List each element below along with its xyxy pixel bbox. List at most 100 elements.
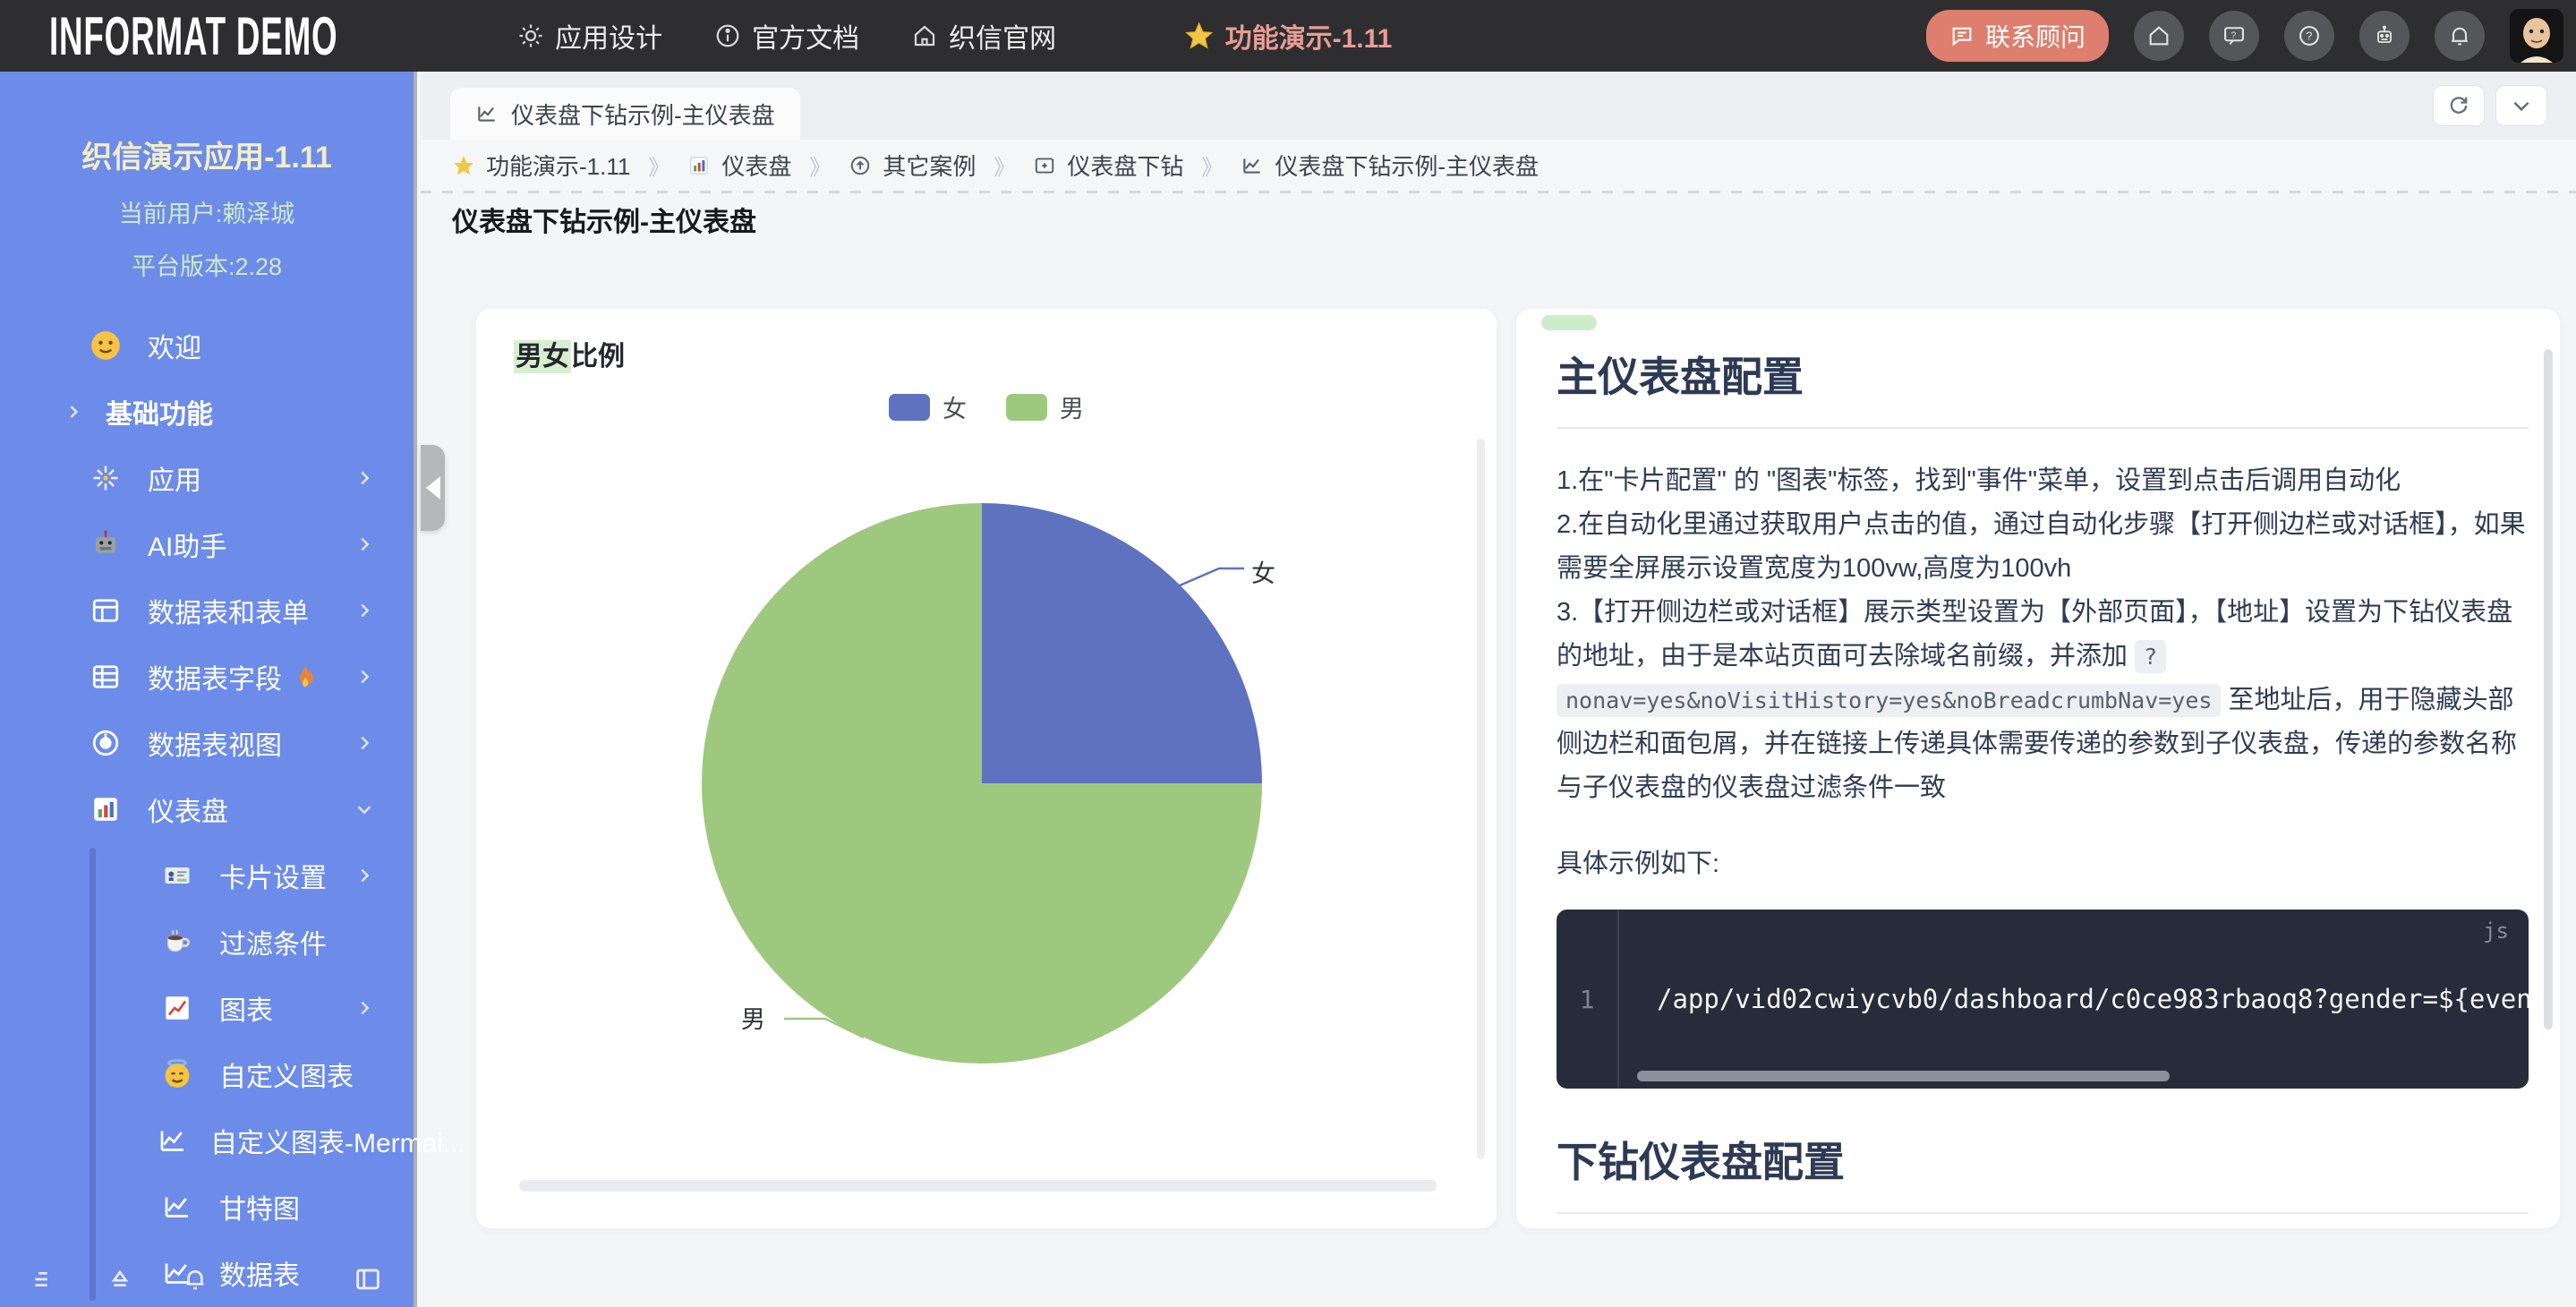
legend-item-female[interactable]: 女	[889, 389, 967, 424]
eject-icon[interactable]	[106, 1265, 134, 1294]
coffee-icon	[157, 926, 198, 958]
collapse-sidebar-icon[interactable]	[353, 1264, 383, 1294]
breadcrumb-item-other-cases[interactable]: 其它案例	[849, 149, 976, 182]
breadcrumb: 功能演示-1.11 》 仪表盘 》 其它案例 》 仪表盘下	[421, 140, 2576, 191]
sidebar-item-table-fields[interactable]: 数据表字段	[0, 644, 414, 710]
bell-icon[interactable]	[181, 1265, 209, 1294]
nav-docs[interactable]: 官方文档	[714, 16, 859, 56]
info-icon	[714, 22, 741, 49]
view-icon	[85, 727, 126, 759]
sidebar-item-label: AI助手	[148, 525, 226, 564]
sidebar-item-ai-assistant[interactable]: AI助手	[0, 511, 414, 577]
fireworks-icon	[85, 462, 126, 494]
sidebar-item-filters[interactable]: 过滤条件	[0, 909, 414, 975]
smiley-icon	[85, 329, 126, 363]
breadcrumb-item-dashboard-drill[interactable]: 仪表盘下钻	[1033, 149, 1183, 182]
chart-title-rest: 比例	[571, 342, 625, 372]
triangle-left-icon	[426, 476, 440, 500]
sidebar-collapse-handle[interactable]	[421, 445, 445, 531]
code-language-badge: js	[2483, 918, 2509, 944]
sidebar-item-card-settings[interactable]: 卡片设置	[0, 842, 414, 909]
question-circle-icon: ?	[2297, 23, 2322, 48]
menu-lines-icon[interactable]	[30, 1265, 59, 1294]
doc-card: 主仪表盘配置 1.在"卡片配置" 的 "图表"标签，找到"事件"菜单，设置到点击…	[1516, 309, 2560, 1228]
breadcrumb-separator: 》	[994, 149, 1015, 181]
home-button[interactable]	[2134, 11, 2184, 61]
nav-app-design[interactable]: 应用设计	[517, 16, 662, 56]
trend-icon	[157, 1124, 189, 1157]
sidebar-item-apps[interactable]: 应用	[0, 445, 414, 511]
legend-swatch-female	[889, 394, 930, 421]
home-icon	[911, 22, 938, 49]
star-icon	[452, 154, 475, 177]
trend-icon	[157, 1191, 198, 1223]
home-icon	[2146, 23, 2171, 48]
sidebar-item-label: 数据表字段	[148, 657, 282, 696]
sidebar-item-custom-charts[interactable]: 自定义图表	[0, 1041, 414, 1107]
breadcrumb-label: 仪表盘下钻	[1067, 149, 1183, 182]
nav-official-site[interactable]: 织信官网	[911, 16, 1056, 56]
sidebar-item-charts[interactable]: 图表	[0, 975, 414, 1041]
sidebar-item-label: 数据表和表单	[148, 591, 309, 630]
sidebar-item-custom-charts-mermaid[interactable]: 自定义图表-Mermai...	[0, 1107, 414, 1174]
app-screen: INFORMAT DEMO 应用设计 官方文档	[0, 0, 2576, 1307]
grid-icon	[85, 661, 126, 693]
user-avatar[interactable]	[2510, 9, 2563, 63]
doc-paragraph-3: 3.【打开侧边栏或对话框】展示类型设置为【外部页面】，【地址】设置为下钻仪表盘的…	[1557, 591, 2529, 810]
help-button[interactable]: ?	[2284, 11, 2334, 61]
breadcrumb-item-dashboard[interactable]: 仪表盘	[687, 149, 791, 182]
chart-title: 男女比例	[514, 334, 625, 373]
gender-pie-chart[interactable]	[702, 503, 1262, 1064]
dashboard-submenu: 卡片设置 过滤条件	[0, 842, 414, 1306]
code-block[interactable]: 1 /app/vid02cwiycvb0/dashboard/c0ce983rb…	[1557, 910, 2529, 1089]
dashboard-board: 男女比例 女 男 女 男	[421, 244, 2576, 1307]
chevron-right-icon	[64, 403, 82, 421]
card-icon	[157, 859, 198, 892]
app-badge[interactable]: 功能演示-1.11	[1184, 16, 1393, 56]
refresh-button[interactable]	[2433, 85, 2485, 126]
app-badge-label: 功能演示-1.11	[1225, 16, 1393, 56]
tab-actions	[2433, 85, 2547, 126]
tab-dashboard-drill-example[interactable]: 仪表盘下钻示例-主仪表盘	[450, 88, 800, 140]
breadcrumb-item-demo[interactable]: 功能演示-1.11	[452, 149, 630, 182]
chevron-right-icon	[354, 866, 374, 885]
legend-item-male[interactable]: 男	[1006, 389, 1084, 424]
sidebar-item-label: 欢迎	[148, 326, 201, 365]
sidebar-menu: 欢迎 基础功能 应用	[0, 312, 414, 1306]
feedback-button[interactable]: ?	[2209, 11, 2259, 61]
inline-code-question: ?	[2135, 640, 2166, 673]
doc-vertical-scrollbar[interactable]	[2544, 349, 2553, 1029]
chart-title-highlight: 男女	[514, 340, 571, 373]
nav-label: 应用设计	[555, 16, 662, 56]
sidebar-group-basic-functions[interactable]: 基础功能	[0, 379, 414, 445]
sidebar-item-table-views[interactable]: 数据表视图	[0, 710, 414, 776]
contact-advisor-label: 联系顾问	[1985, 18, 2086, 54]
breadcrumb-separator: 》	[648, 149, 670, 181]
legend-label: 女	[943, 389, 967, 424]
trend-icon	[475, 102, 499, 125]
code-horizontal-scrollbar[interactable]	[1637, 1071, 2170, 1081]
ai-assistant-button[interactable]	[2359, 11, 2410, 61]
doc-paragraph-1: 1.在"卡片配置" 的 "图表"标签，找到"事件"菜单，设置到点击后调用自动化	[1557, 459, 2529, 503]
notifications-button[interactable]	[2435, 11, 2485, 61]
sidebar-item-label: 过滤条件	[219, 922, 327, 961]
star-icon	[1184, 21, 1215, 51]
doc-heading-main-config: 主仪表盘配置	[1557, 345, 2529, 404]
breadcrumb-item-main-dashboard[interactable]: 仪表盘下钻示例-主仪表盘	[1241, 149, 1539, 182]
chart-horizontal-scrollbar[interactable]	[519, 1180, 1437, 1192]
breadcrumb-label: 功能演示-1.11	[486, 149, 630, 182]
divider	[1557, 1212, 2529, 1214]
sidebar-item-dashboard[interactable]: 仪表盘	[0, 776, 414, 842]
divider	[1557, 427, 2529, 429]
chevron-right-icon	[354, 601, 374, 620]
tab-dropdown-button[interactable]	[2495, 85, 2547, 126]
sidebar-item-gantt[interactable]: 甘特图	[0, 1174, 414, 1240]
circle-up-icon	[849, 154, 872, 177]
page-title: 仪表盘下钻示例-主仪表盘	[421, 193, 2576, 244]
sidebar-item-label: 自定义图表-Mermai...	[210, 1121, 465, 1160]
sidebar-item-tables-forms[interactable]: 数据表和表单	[0, 577, 414, 644]
contact-advisor-button[interactable]: 联系顾问	[1926, 10, 2109, 62]
sidebar-footer	[0, 1251, 414, 1307]
sidebar-item-welcome[interactable]: 欢迎	[0, 312, 414, 379]
chart-vertical-scrollbar[interactable]	[1477, 439, 1485, 1159]
